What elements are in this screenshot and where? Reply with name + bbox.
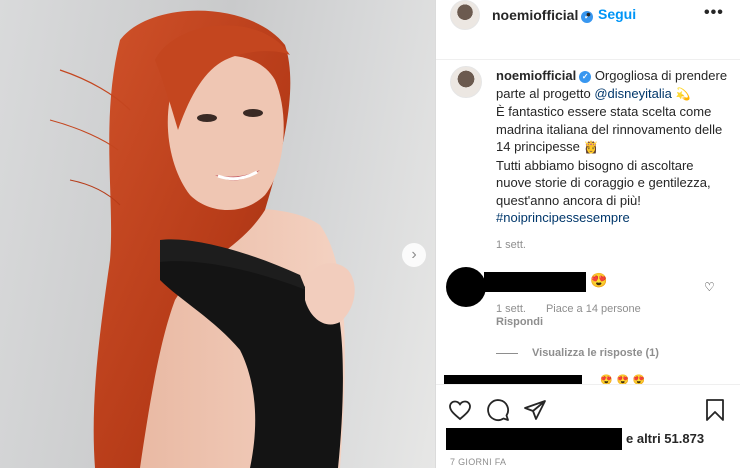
- likes-count[interactable]: e altri 51.873: [626, 431, 704, 446]
- reply-button[interactable]: Rispondi: [496, 316, 543, 328]
- heart-eyes-emoji: 😍: [590, 272, 608, 288]
- photo-illustration: [49, 10, 355, 468]
- post-date[interactable]: 7 GIORNI FA: [450, 457, 506, 467]
- more-options-icon[interactable]: •••: [704, 4, 724, 22]
- caption-line-2: È fantastico essere stata scelta come ma…: [496, 104, 723, 154]
- view-replies-label: Visualizza le risposte (1): [532, 347, 659, 359]
- save-bookmark-icon[interactable]: [704, 398, 726, 422]
- like-heart-icon[interactable]: [448, 398, 472, 422]
- post-photo[interactable]: ›: [0, 0, 435, 468]
- follow-button[interactable]: Segui: [598, 6, 636, 22]
- sparkle-emoji: 💫: [675, 86, 691, 101]
- caption-avatar[interactable]: [450, 66, 482, 98]
- carousel-next-button[interactable]: ›: [402, 243, 426, 267]
- post-sidebar: noemiofficial ✓ • Segui ••• noemiofficial…: [436, 0, 740, 468]
- caption-username[interactable]: noemiofficial ✓: [496, 68, 592, 83]
- post-caption: noemiofficial ✓ Orgogliosa di prendere pa…: [496, 67, 732, 227]
- princess-emoji: 👸: [583, 140, 599, 154]
- replies-line: [496, 352, 518, 354]
- username-text: noemiofficial: [492, 7, 579, 23]
- caption-timestamp[interactable]: 1 sett.: [496, 239, 526, 251]
- action-bar: [436, 384, 740, 434]
- comment-text-redacted: [484, 272, 586, 292]
- view-replies-button[interactable]: Visualizza le risposte (1): [496, 347, 659, 359]
- comment-bubble-icon[interactable]: [486, 398, 510, 422]
- avatar[interactable]: [450, 0, 480, 30]
- comment-likes[interactable]: Piace a 14 persone: [546, 303, 641, 315]
- liked-by-redacted: [446, 428, 622, 450]
- comment-meta: 1 sett. Piace a 14 persone: [496, 303, 661, 315]
- post-header: noemiofficial ✓ • Segui •••: [436, 0, 740, 60]
- chevron-right-icon: ›: [411, 246, 417, 263]
- caption-line-3: Tutti abbiamo bisogno di ascoltare nuove…: [496, 157, 711, 208]
- mention-link[interactable]: @disneyitalia: [594, 86, 672, 101]
- share-paper-plane-icon[interactable]: [523, 398, 547, 422]
- verified-badge-icon: ✓: [579, 71, 592, 83]
- comment-like-heart-icon[interactable]: ♡: [704, 280, 715, 294]
- separator-dot: •: [586, 6, 591, 22]
- comment-avatar-redacted[interactable]: [446, 267, 486, 307]
- comment-timestamp[interactable]: 1 sett.: [496, 303, 526, 315]
- username-link[interactable]: noemiofficial ✓: [492, 7, 594, 23]
- hashtag-link[interactable]: #noiprincipessesempre: [496, 210, 630, 225]
- caption-username-text: noemiofficial: [496, 68, 577, 83]
